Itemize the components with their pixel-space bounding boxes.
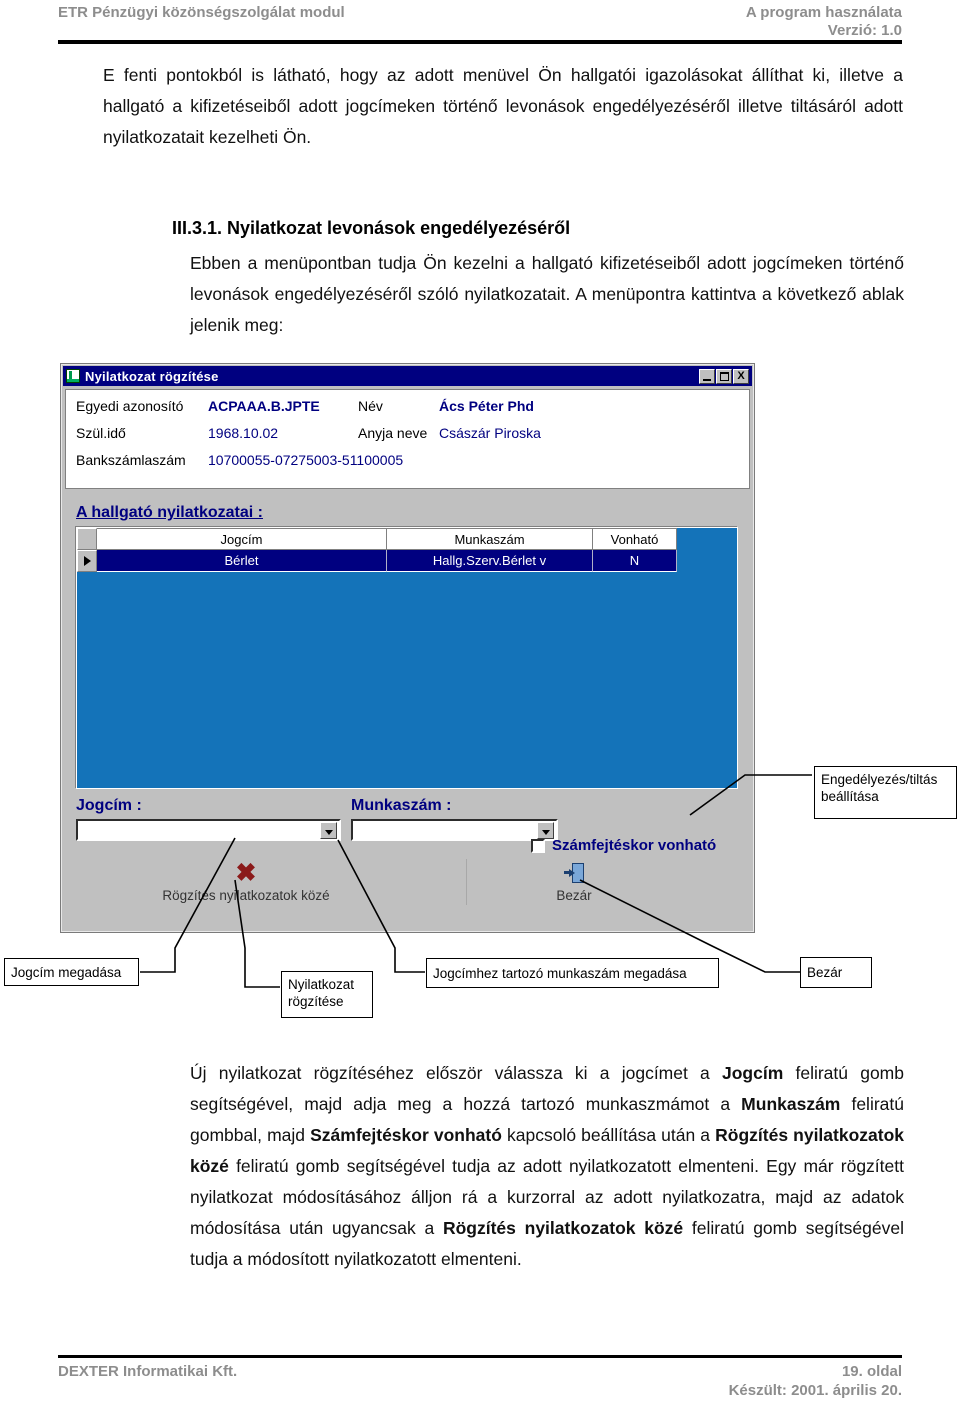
header-doc-title-line1: A program használata: [745, 4, 902, 21]
header-rule: [58, 40, 902, 44]
close-icon: X: [737, 369, 745, 382]
grid-col-jogcim[interactable]: Jogcím: [97, 528, 387, 550]
header-version: Verzió: 1.0: [827, 22, 902, 39]
student-row-3: Bankszámlaszám 10700055-07275003-5110000…: [76, 452, 743, 476]
grid-col-munkaszam[interactable]: Munkaszám: [387, 528, 593, 550]
cell-munkaszam[interactable]: Hallg.Szerv.Bérlet v: [387, 550, 593, 572]
field-value-szul-ido: 1968.10.02: [208, 425, 279, 441]
grid-header-row: Jogcím Munkaszám Vonható: [77, 528, 677, 550]
cell-vonhato[interactable]: N: [593, 550, 677, 572]
dialog-title: Nyilatkozat rögzítése: [85, 368, 219, 384]
close-dialog-label: Bezár: [556, 888, 592, 903]
minimize-icon: [703, 378, 711, 381]
save-declaration-button[interactable]: ✖ Rögzítés nyilatkozatok közé: [151, 859, 341, 903]
chevron-down-icon[interactable]: [320, 821, 337, 839]
field-label-bankszamlaszam: Bankszámlaszám: [76, 452, 186, 468]
close-dialog-button[interactable]: Bezár: [519, 859, 629, 903]
declarations-grid[interactable]: Jogcím Munkaszám Vonható Bérlet Hallg.Sz…: [76, 527, 738, 789]
maximize-icon: [720, 371, 729, 381]
toolbar-separator: [466, 859, 467, 905]
closing-paragraph: Új nyilatkozat rögzítéséhez először vála…: [190, 1063, 905, 1269]
field-value-bankszamlaszam: 10700055-07275003-51100005: [208, 452, 404, 468]
student-data-panel: Egyedi azonosító ACPAAA.B.JPTE Név Ács P…: [65, 389, 750, 489]
section-heading: III.3.1. Nyilatkozat levonások engedélye…: [172, 218, 571, 238]
grid-col-vonhato[interactable]: Vonható: [593, 528, 677, 550]
callout-munkaszam: Jogcímhez tartozó munkaszám megadása: [426, 958, 719, 988]
checkbox-box[interactable]: [531, 838, 545, 853]
page-header: ETR Pénzügyi közönségszolgálat modul A p…: [0, 0, 960, 46]
delete-x-icon: ✖: [235, 858, 257, 887]
field-label-egyedi-azonosito: Egyedi azonosító: [76, 398, 184, 414]
section-paragraph: Ebben a menüpontban tudja Ön kezelni a h…: [190, 253, 904, 335]
szamfejteskor-vonhato-checkbox[interactable]: Számfejtéskor vonható: [531, 837, 716, 854]
maximize-button[interactable]: [716, 368, 732, 384]
save-declaration-label: Rögzítés nyilatkozatok közé: [162, 888, 330, 903]
footer-date: Készült: 2001. április 20.: [728, 1382, 902, 1399]
application-icon: [66, 369, 80, 383]
row-selector-arrow-icon: [77, 550, 97, 572]
close-button[interactable]: X: [733, 368, 749, 384]
window-buttons[interactable]: X: [699, 368, 752, 384]
student-row-1: Egyedi azonosító ACPAAA.B.JPTE Név Ács P…: [76, 398, 743, 422]
field-value-egyedi-azonosito: ACPAAA.B.JPTE: [208, 398, 320, 414]
footer-meta: 19. oldal Készült: 2001. április 20.: [729, 1363, 902, 1399]
checkbox-label: Számfejtéskor vonható: [552, 837, 717, 854]
callout-permission: Engedélyezés/tiltás beállítása: [814, 766, 957, 819]
list-legend: A hallgató nyilatkozatai :: [76, 504, 263, 521]
munkaszam-combobox[interactable]: [351, 819, 558, 841]
jogcim-combobox[interactable]: [76, 819, 341, 841]
student-row-2: Szül.idő 1968.10.02 Anyja neve Császár P…: [76, 425, 743, 449]
minimize-button[interactable]: [699, 368, 715, 384]
callout-close: Bezár: [800, 957, 872, 988]
munkaszam-label: Munkaszám :: [351, 797, 452, 814]
intro-paragraph: E fenti pontokból is látható, hogy az ad…: [103, 65, 903, 147]
footer-company: DEXTER Informatikai Kft.: [58, 1363, 238, 1380]
cell-jogcim[interactable]: Bérlet: [97, 550, 387, 572]
grid-row-selected[interactable]: Bérlet Hallg.Szerv.Bérlet v N: [77, 550, 677, 572]
footer-page-number: 19. oldal: [841, 1363, 902, 1380]
header-doc-title: A program használata Verzió: 1.0: [746, 4, 902, 39]
field-label-szul-ido: Szül.idő: [76, 425, 126, 441]
page-footer: DEXTER Informatikai Kft. 19. oldal Készü…: [0, 1350, 960, 1410]
field-value-anyja-neve: Császár Piroska: [439, 425, 541, 441]
header-module-title: ETR Pénzügyi közönségszolgálat modul: [58, 4, 345, 21]
field-value-nev: Ács Péter Phd: [439, 398, 534, 414]
field-label-anyja-neve: Anyja neve: [358, 425, 428, 441]
field-label-nev: Név: [358, 398, 383, 414]
footer-rule: [58, 1355, 902, 1358]
grid-corner-cell: [77, 528, 97, 550]
exit-door-icon: [519, 859, 629, 887]
chevron-down-icon[interactable]: [537, 821, 554, 839]
dialog-titlebar[interactable]: Nyilatkozat rögzítése X: [63, 366, 752, 386]
callout-jogcim: Jogcím megadása: [4, 958, 139, 986]
nyilatkozat-rogzitese-dialog[interactable]: Nyilatkozat rögzítése X Egyedi azonosító…: [60, 363, 755, 933]
callout-record: Nyilatkozat rögzítése: [281, 971, 373, 1018]
jogcim-label: Jogcím :: [76, 797, 142, 814]
